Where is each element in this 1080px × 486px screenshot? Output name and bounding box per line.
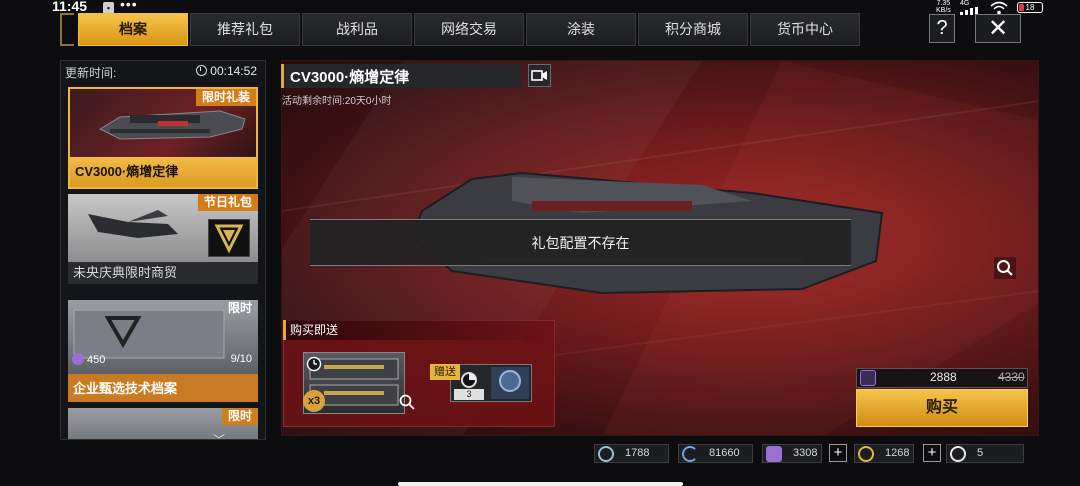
card-name: CV3000·熵增定律 [70,157,256,187]
update-time-row: 更新时间: 00:14:52 [65,64,261,82]
add-gold-button[interactable]: + [923,444,941,462]
network-type: 4G [960,0,970,7]
magnifier-icon [994,257,1016,279]
timed-item-icon [306,356,322,372]
currency-value: 1788 [625,447,650,459]
chevron-down-icon[interactable]: ﹀ [213,431,225,439]
net-speed-value: 7.35 [936,0,951,7]
package-title: CV3000·熵增定律 [290,69,410,86]
video-preview-button[interactable] [528,64,551,87]
clock: 11:45 [52,0,88,14]
p-coin-icon [766,446,782,462]
add-p-coin-button[interactable]: + [829,444,847,462]
tabs-bracket [60,13,74,46]
package-card-cv3000[interactable]: 限时礼装 CV3000·熵增定律 [68,87,258,189]
p-coin-icon [72,353,84,365]
tab-archive[interactable]: 档案 [78,13,188,46]
currency-value: 81660 [709,447,740,459]
currency-value: 3308 [793,447,818,459]
wifi-icon [990,1,1008,15]
package-card-tech-archive[interactable]: 限时 450 9/10 企业甄选技术档案 [68,300,258,402]
error-toast: 礼包配置不存在 [310,219,851,266]
tag-limited: 限时 [227,301,252,315]
video-camera-icon [531,70,547,81]
card-name: 未央庆典限时商贸 [68,262,258,284]
remaining-time: 活动剩余时间:20天0小时 [282,96,392,107]
gift-label: 赠送 [430,364,460,380]
tab-loot[interactable]: 战利品 [302,13,412,46]
countdown-value: 00:14:52 [210,64,257,78]
current-price: 2888 [930,370,957,384]
net-speed-unit: KB/s [936,7,951,14]
gold-coin-icon [858,446,874,462]
buy-button[interactable]: 购买 [856,389,1028,427]
tab-network-trade[interactable]: 网络交易 [414,13,524,46]
top-tab-bar: 档案 推荐礼包 战利品 网络交易 涂装 积分商城 货币中心 [78,13,862,46]
currency-pie[interactable]: 5 [946,444,1024,463]
emblem-icon [208,219,250,257]
currency-credits[interactable]: 81660 [678,444,753,463]
p-coin-icon [860,370,876,386]
pie-currency-icon [950,446,966,462]
battery-icon: 18 [1017,2,1043,13]
more-notifications: ••• [120,0,138,12]
countdown: 00:14:52 [196,64,257,78]
original-price: 4330 [998,370,1025,384]
card-price-value: 450 [87,354,106,366]
tab-points-shop[interactable]: 积分商城 [638,13,748,46]
timer-icon [196,65,208,76]
package-card-partial[interactable]: 限时 [68,408,258,439]
currency-value: 5 [977,447,984,459]
tag-festival-pack: 节日礼包 [197,194,258,211]
net-speed: 7.35 KB/s [936,0,951,14]
tab-skins[interactable]: 涂装 [526,13,636,46]
close-button[interactable]: ✕ [975,14,1021,43]
tab-recommended-packs[interactable]: 推荐礼包 [190,13,300,46]
package-list[interactable]: 更新时间: 00:14:52 限时礼装 CV3000·熵增定律 节日礼包 未央庆… [60,60,266,440]
tag-limited-skin: 限时礼装 [195,89,256,106]
battery-level: 18 [1025,3,1035,12]
help-button[interactable]: ? [929,14,955,43]
currency-p-coin[interactable]: 3308 [762,444,822,463]
home-indicator[interactable] [398,482,683,486]
card-price: 450 [72,353,105,366]
card-name: 企业甄选技术档案 [68,378,258,402]
refresh-currency-icon [682,446,698,462]
package-card-festival[interactable]: 节日礼包 未央庆典限时商贸 [68,194,258,284]
currency-value: 1268 [885,447,910,459]
tab-currency-center[interactable]: 货币中心 [750,13,860,46]
bonus-header: 购买即送 [283,320,555,340]
currency-gear[interactable]: 1788 [594,444,669,463]
currency-gold[interactable]: 1268 [854,444,914,463]
update-time-label: 更新时间: [65,66,117,80]
crate-quantity: x3 [303,390,325,412]
gift-count: 3 [454,389,484,400]
magnifier-icon[interactable] [398,393,416,411]
tag-limited: 限时 [221,408,258,425]
card-stock: 9/10 [230,353,252,365]
zoom-preview-button[interactable] [993,256,1017,280]
gear-currency-icon [598,446,614,462]
